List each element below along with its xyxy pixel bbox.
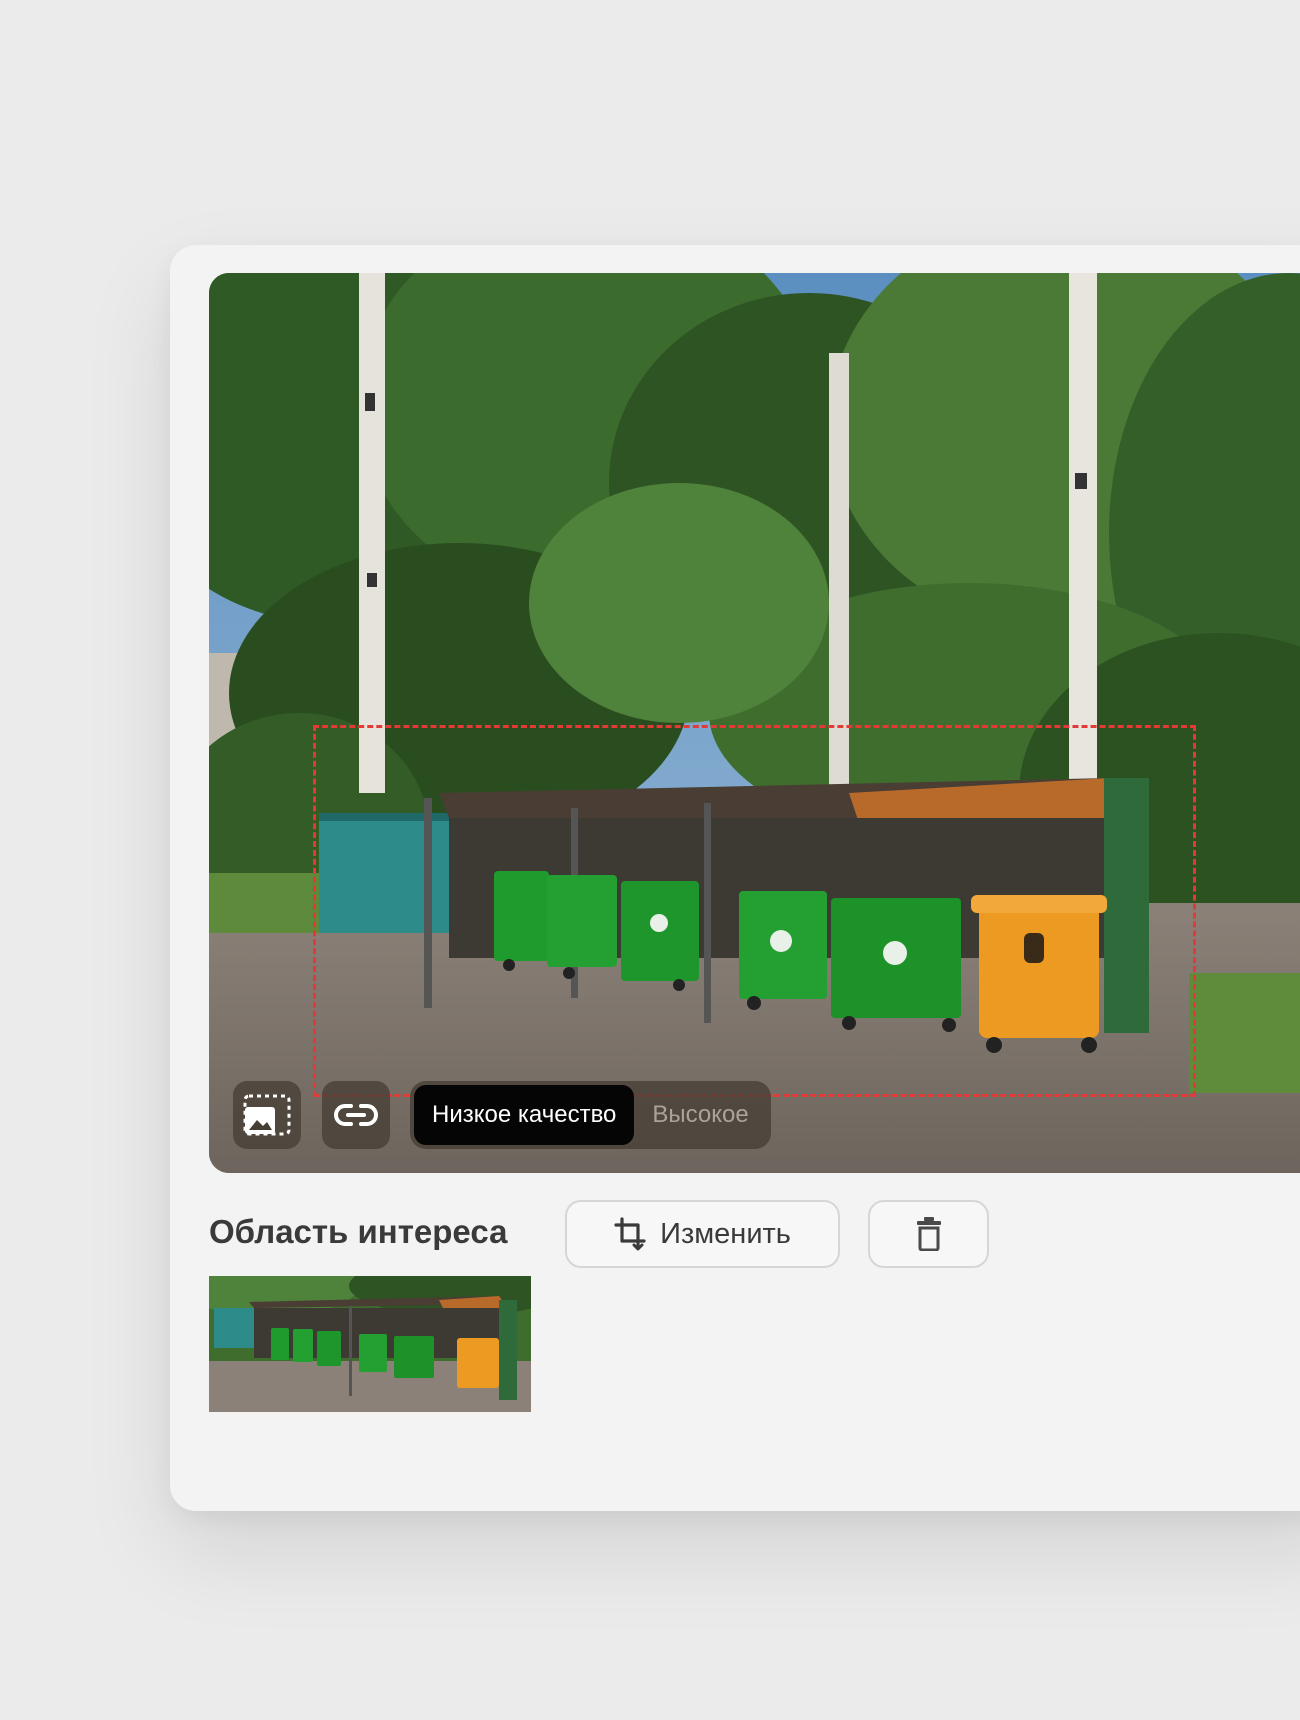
photo-preview[interactable]: Низкое качество Высокое — [209, 273, 1300, 1173]
roi-section-title: Область интереса — [209, 1213, 508, 1250]
quality-low-option[interactable]: Низкое качество — [414, 1085, 635, 1145]
quality-toggle: Низкое качество Высокое — [410, 1081, 771, 1149]
edit-roi-label: Изменить — [660, 1217, 791, 1250]
copy-link-button[interactable] — [322, 1081, 390, 1149]
roi-selection-outline[interactable] — [313, 725, 1196, 1097]
image-region-button[interactable] — [233, 1081, 301, 1149]
image-card: Низкое качество Высокое Область интереса… — [170, 245, 1300, 1511]
crop-icon — [614, 1217, 646, 1251]
roi-thumbnail-image — [209, 1276, 531, 1412]
link-icon — [334, 1104, 378, 1126]
delete-roi-button[interactable] — [868, 1200, 989, 1268]
image-region-icon — [243, 1094, 291, 1136]
roi-thumbnail[interactable] — [209, 1276, 531, 1412]
quality-high-option[interactable]: Высокое — [634, 1085, 766, 1145]
trash-icon — [916, 1217, 941, 1251]
edit-roi-button[interactable]: Изменить — [565, 1200, 840, 1268]
